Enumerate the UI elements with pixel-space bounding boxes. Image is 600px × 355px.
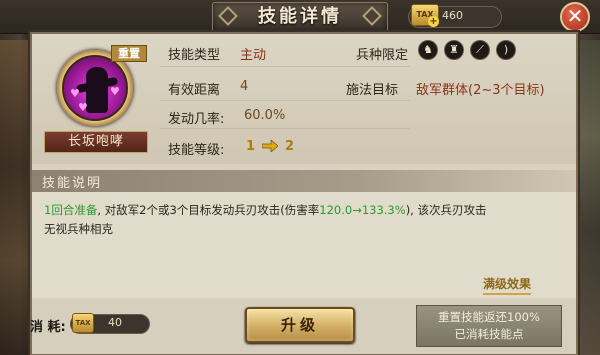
level-to: 2 [285,139,295,154]
cost-value: 40 [108,316,122,329]
add-gold-icon[interactable]: + [428,16,439,27]
description-title: 技能说明 [42,176,103,191]
prep-turns: 1回合准备 [44,203,98,217]
target-label: 施法目标 [346,83,399,98]
description-text: 1回合准备, 对敌军2个或3个目标发动兵刃攻击(伤害率120.0→133.3%)… [44,201,564,239]
divider [160,100,410,101]
warrior-silhouette-icon [86,67,108,113]
page-title: 技能详情 [258,6,342,27]
cost-coin-icon: TAX [72,313,94,333]
level-from: 1 [246,139,256,154]
bow-icon: ) [496,40,516,60]
range-value: 4 [240,79,249,94]
full-effect-link[interactable]: 满级效果 [483,275,532,295]
type-label: 技能类型 [168,48,221,63]
range-label: 有效距离 [168,83,221,98]
reset-skill-button[interactable]: 重置技能返还100% 已消耗技能点 [416,305,562,347]
upgrade-button[interactable]: 升级 [245,307,355,343]
divider [160,66,410,67]
rate-value: 60.0% [244,108,286,123]
description-line2: 无视兵种相克 [44,222,113,236]
arrow-right-icon [262,140,278,152]
spear-icon: ⟋ [470,40,490,60]
target-value: 敌军群体(2~3个目标) [416,83,545,98]
close-button[interactable]: ✕ [560,2,590,32]
troop-limit-label: 兵种限定 [356,48,409,63]
divider [160,128,410,129]
heart-icon: ♥ [78,101,88,114]
description-line1-end: ), 该次兵刃攻击 [405,203,487,217]
horse-icon: ♞ [418,40,438,60]
reset-line1: 重置技能返还100% [438,310,540,324]
rate-label: 发动几率: [168,112,225,127]
description-line1: , 对敌军2个或3个目标发动兵刃攻击(伤害率 [97,203,320,217]
heart-icon: ♥ [70,87,80,100]
gold-value: 460 [442,9,463,22]
level-label: 技能等级: [168,143,225,158]
skill-portrait: ♥ ♥ ♥ [62,55,128,121]
damage-rate: 120.0→133.3% [319,203,406,217]
type-value: 主动 [240,48,267,63]
heart-icon: ♥ [110,85,120,98]
shield-icon: ♜ [444,40,464,60]
reset-tag[interactable]: 重置 [111,45,147,62]
reset-line2: 已消耗技能点 [454,327,524,341]
scene-left-edge [0,40,30,355]
cost-label: 消 耗: [30,320,66,335]
skill-name: 长坂咆哮 [44,131,148,153]
description-header [32,170,576,192]
